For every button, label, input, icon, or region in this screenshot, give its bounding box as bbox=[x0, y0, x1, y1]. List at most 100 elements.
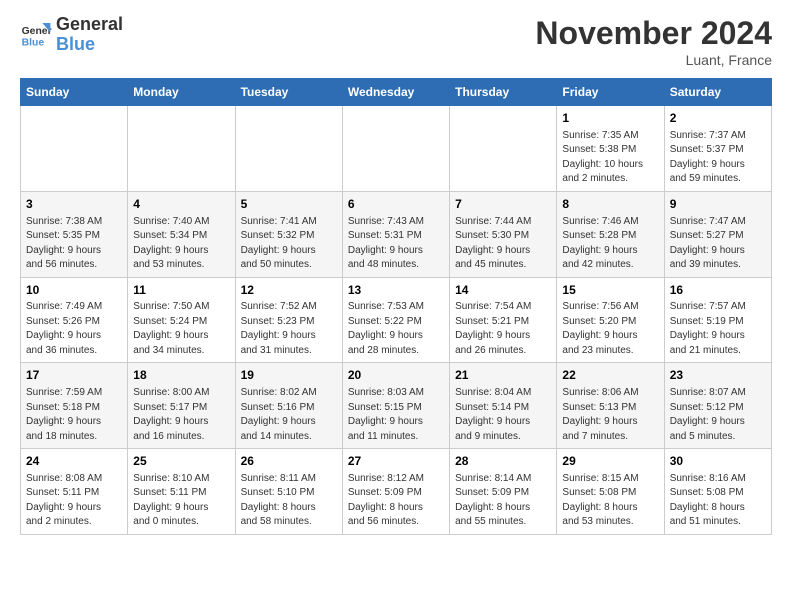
day-number: 30 bbox=[670, 453, 766, 470]
day-info: Sunrise: 7:43 AMSunset: 5:31 PMDaylight:… bbox=[348, 215, 444, 273]
day-number: 1 bbox=[562, 110, 658, 127]
day-info: Sunrise: 8:02 AMSunset: 5:16 PMDaylight:… bbox=[241, 386, 337, 444]
calendar-cell bbox=[21, 106, 128, 192]
calendar-cell: 17 Sunrise: 7:59 AMSunset: 5:18 PMDayligh… bbox=[21, 363, 128, 449]
calendar-cell: 11Sunrise: 7:50 AMSunset: 5:24 PMDayligh… bbox=[128, 277, 235, 363]
day-number: 2 bbox=[670, 110, 766, 127]
header: General Blue General Blue November 2024 … bbox=[20, 15, 772, 68]
calendar-cell: 14Sunrise: 7:54 AMSunset: 5:21 PMDayligh… bbox=[450, 277, 557, 363]
day-number: 13 bbox=[348, 282, 444, 299]
calendar-cell: 7 Sunrise: 7:44 AMSunset: 5:30 PMDaylight… bbox=[450, 191, 557, 277]
day-number: 14 bbox=[455, 282, 551, 299]
day-number: 6 bbox=[348, 196, 444, 213]
day-info: Sunrise: 7:37 AMSunset: 5:37 PMDaylight:… bbox=[670, 129, 766, 187]
day-number: 27 bbox=[348, 453, 444, 470]
day-info: Sunrise: 8:15 AMSunset: 5:08 PMDaylight:… bbox=[562, 472, 658, 530]
day-info: Sunrise: 7:57 AMSunset: 5:19 PMDaylight:… bbox=[670, 300, 766, 358]
day-info: Sunrise: 7:38 AMSunset: 5:35 PMDaylight:… bbox=[26, 215, 122, 273]
calendar-cell: 13Sunrise: 7:53 AMSunset: 5:22 PMDayligh… bbox=[342, 277, 449, 363]
month-title: November 2024 bbox=[535, 15, 772, 52]
day-info: Sunrise: 7:47 AMSunset: 5:27 PMDaylight:… bbox=[670, 215, 766, 273]
day-info: Sunrise: 7:53 AMSunset: 5:22 PMDaylight:… bbox=[348, 300, 444, 358]
day-number: 7 bbox=[455, 196, 551, 213]
day-number: 16 bbox=[670, 282, 766, 299]
weekday-header: Thursday bbox=[450, 79, 557, 106]
calendar-cell: 4Sunrise: 7:40 AMSunset: 5:34 PMDaylight… bbox=[128, 191, 235, 277]
calendar-cell bbox=[128, 106, 235, 192]
weekday-header: Friday bbox=[557, 79, 664, 106]
day-info: Sunrise: 8:08 AMSunset: 5:11 PMDaylight:… bbox=[26, 472, 122, 530]
calendar-cell: 19 Sunrise: 8:02 AMSunset: 5:16 PMDayligh… bbox=[235, 363, 342, 449]
calendar-cell: 15Sunrise: 7:56 AMSunset: 5:20 PMDayligh… bbox=[557, 277, 664, 363]
day-number: 29 bbox=[562, 453, 658, 470]
calendar-cell: 25Sunrise: 8:10 AMSunset: 5:11 PMDayligh… bbox=[128, 449, 235, 535]
day-info: Sunrise: 7:54 AMSunset: 5:21 PMDaylight:… bbox=[455, 300, 551, 358]
day-info: Sunrise: 7:52 AMSunset: 5:23 PMDaylight:… bbox=[241, 300, 337, 358]
day-number: 22 bbox=[562, 367, 658, 384]
weekday-header: Sunday bbox=[21, 79, 128, 106]
calendar-cell: 8Sunrise: 7:46 AMSunset: 5:28 PMDaylight… bbox=[557, 191, 664, 277]
day-info: Sunrise: 8:00 AMSunset: 5:17 PMDaylight:… bbox=[133, 386, 229, 444]
title-block: November 2024 Luant, France bbox=[535, 15, 772, 68]
calendar-cell: 18 Sunrise: 8:00 AMSunset: 5:17 PMDayligh… bbox=[128, 363, 235, 449]
calendar-header-row: SundayMondayTuesdayWednesdayThursdayFrid… bbox=[21, 79, 772, 106]
day-number: 26 bbox=[241, 453, 337, 470]
day-info: Sunrise: 8:11 AMSunset: 5:10 PMDaylight:… bbox=[241, 472, 337, 530]
calendar-cell: 29 Sunrise: 8:15 AMSunset: 5:08 PMDayligh… bbox=[557, 449, 664, 535]
calendar-cell: 9Sunrise: 7:47 AMSunset: 5:27 PMDaylight… bbox=[664, 191, 771, 277]
day-info: Sunrise: 7:49 AMSunset: 5:26 PMDaylight:… bbox=[26, 300, 122, 358]
calendar-week-row: 10Sunrise: 7:49 AMSunset: 5:26 PMDayligh… bbox=[21, 277, 772, 363]
day-number: 15 bbox=[562, 282, 658, 299]
day-info: Sunrise: 8:14 AMSunset: 5:09 PMDaylight:… bbox=[455, 472, 551, 530]
weekday-header: Wednesday bbox=[342, 79, 449, 106]
calendar-cell: 10Sunrise: 7:49 AMSunset: 5:26 PMDayligh… bbox=[21, 277, 128, 363]
day-info: Sunrise: 7:56 AMSunset: 5:20 PMDaylight:… bbox=[562, 300, 658, 358]
calendar-week-row: 17 Sunrise: 7:59 AMSunset: 5:18 PMDayligh… bbox=[21, 363, 772, 449]
day-info: Sunrise: 8:04 AMSunset: 5:14 PMDaylight:… bbox=[455, 386, 551, 444]
calendar-week-row: 1 Sunrise: 7:35 AMSunset: 5:38 PMDaylight… bbox=[21, 106, 772, 192]
day-number: 18 bbox=[133, 367, 229, 384]
day-info: Sunrise: 7:46 AMSunset: 5:28 PMDaylight:… bbox=[562, 215, 658, 273]
day-info: Sunrise: 7:44 AMSunset: 5:30 PMDaylight:… bbox=[455, 215, 551, 273]
day-number: 24 bbox=[26, 453, 122, 470]
weekday-header: Monday bbox=[128, 79, 235, 106]
logo-text: General bbox=[56, 15, 123, 35]
day-info: Sunrise: 7:40 AMSunset: 5:34 PMDaylight:… bbox=[133, 215, 229, 273]
calendar-cell: 16Sunrise: 7:57 AMSunset: 5:19 PMDayligh… bbox=[664, 277, 771, 363]
day-number: 23 bbox=[670, 367, 766, 384]
calendar-cell: 3 Sunrise: 7:38 AMSunset: 5:35 PMDaylight… bbox=[21, 191, 128, 277]
calendar-week-row: 3 Sunrise: 7:38 AMSunset: 5:35 PMDaylight… bbox=[21, 191, 772, 277]
location: Luant, France bbox=[535, 52, 772, 68]
calendar-cell: 24 Sunrise: 8:08 AMSunset: 5:11 PMDayligh… bbox=[21, 449, 128, 535]
day-number: 10 bbox=[26, 282, 122, 299]
calendar-week-row: 24 Sunrise: 8:08 AMSunset: 5:11 PMDayligh… bbox=[21, 449, 772, 535]
calendar-cell bbox=[450, 106, 557, 192]
day-info: Sunrise: 8:16 AMSunset: 5:08 PMDaylight:… bbox=[670, 472, 766, 530]
calendar: SundayMondayTuesdayWednesdayThursdayFrid… bbox=[20, 78, 772, 535]
day-info: Sunrise: 7:59 AMSunset: 5:18 PMDaylight:… bbox=[26, 386, 122, 444]
day-number: 11 bbox=[133, 282, 229, 299]
day-number: 3 bbox=[26, 196, 122, 213]
page: General Blue General Blue November 2024 … bbox=[0, 0, 792, 550]
day-info: Sunrise: 8:12 AMSunset: 5:09 PMDaylight:… bbox=[348, 472, 444, 530]
day-number: 25 bbox=[133, 453, 229, 470]
day-number: 12 bbox=[241, 282, 337, 299]
svg-text:Blue: Blue bbox=[22, 37, 45, 48]
logo: General Blue General Blue bbox=[20, 15, 123, 55]
calendar-cell: 26 Sunrise: 8:11 AMSunset: 5:10 PMDayligh… bbox=[235, 449, 342, 535]
logo-icon: General Blue bbox=[20, 21, 52, 49]
calendar-cell bbox=[342, 106, 449, 192]
calendar-cell: 2 Sunrise: 7:37 AMSunset: 5:37 PMDaylight… bbox=[664, 106, 771, 192]
day-number: 17 bbox=[26, 367, 122, 384]
calendar-cell: 27 Sunrise: 8:12 AMSunset: 5:09 PMDayligh… bbox=[342, 449, 449, 535]
day-info: Sunrise: 7:35 AMSunset: 5:38 PMDaylight:… bbox=[562, 129, 658, 187]
logo-text2: Blue bbox=[56, 35, 123, 55]
calendar-cell: 1 Sunrise: 7:35 AMSunset: 5:38 PMDaylight… bbox=[557, 106, 664, 192]
calendar-cell: 30 Sunrise: 8:16 AMSunset: 5:08 PMDayligh… bbox=[664, 449, 771, 535]
calendar-cell: 23Sunrise: 8:07 AMSunset: 5:12 PMDayligh… bbox=[664, 363, 771, 449]
day-info: Sunrise: 7:50 AMSunset: 5:24 PMDaylight:… bbox=[133, 300, 229, 358]
day-number: 21 bbox=[455, 367, 551, 384]
calendar-cell bbox=[235, 106, 342, 192]
day-info: Sunrise: 8:06 AMSunset: 5:13 PMDaylight:… bbox=[562, 386, 658, 444]
day-number: 19 bbox=[241, 367, 337, 384]
